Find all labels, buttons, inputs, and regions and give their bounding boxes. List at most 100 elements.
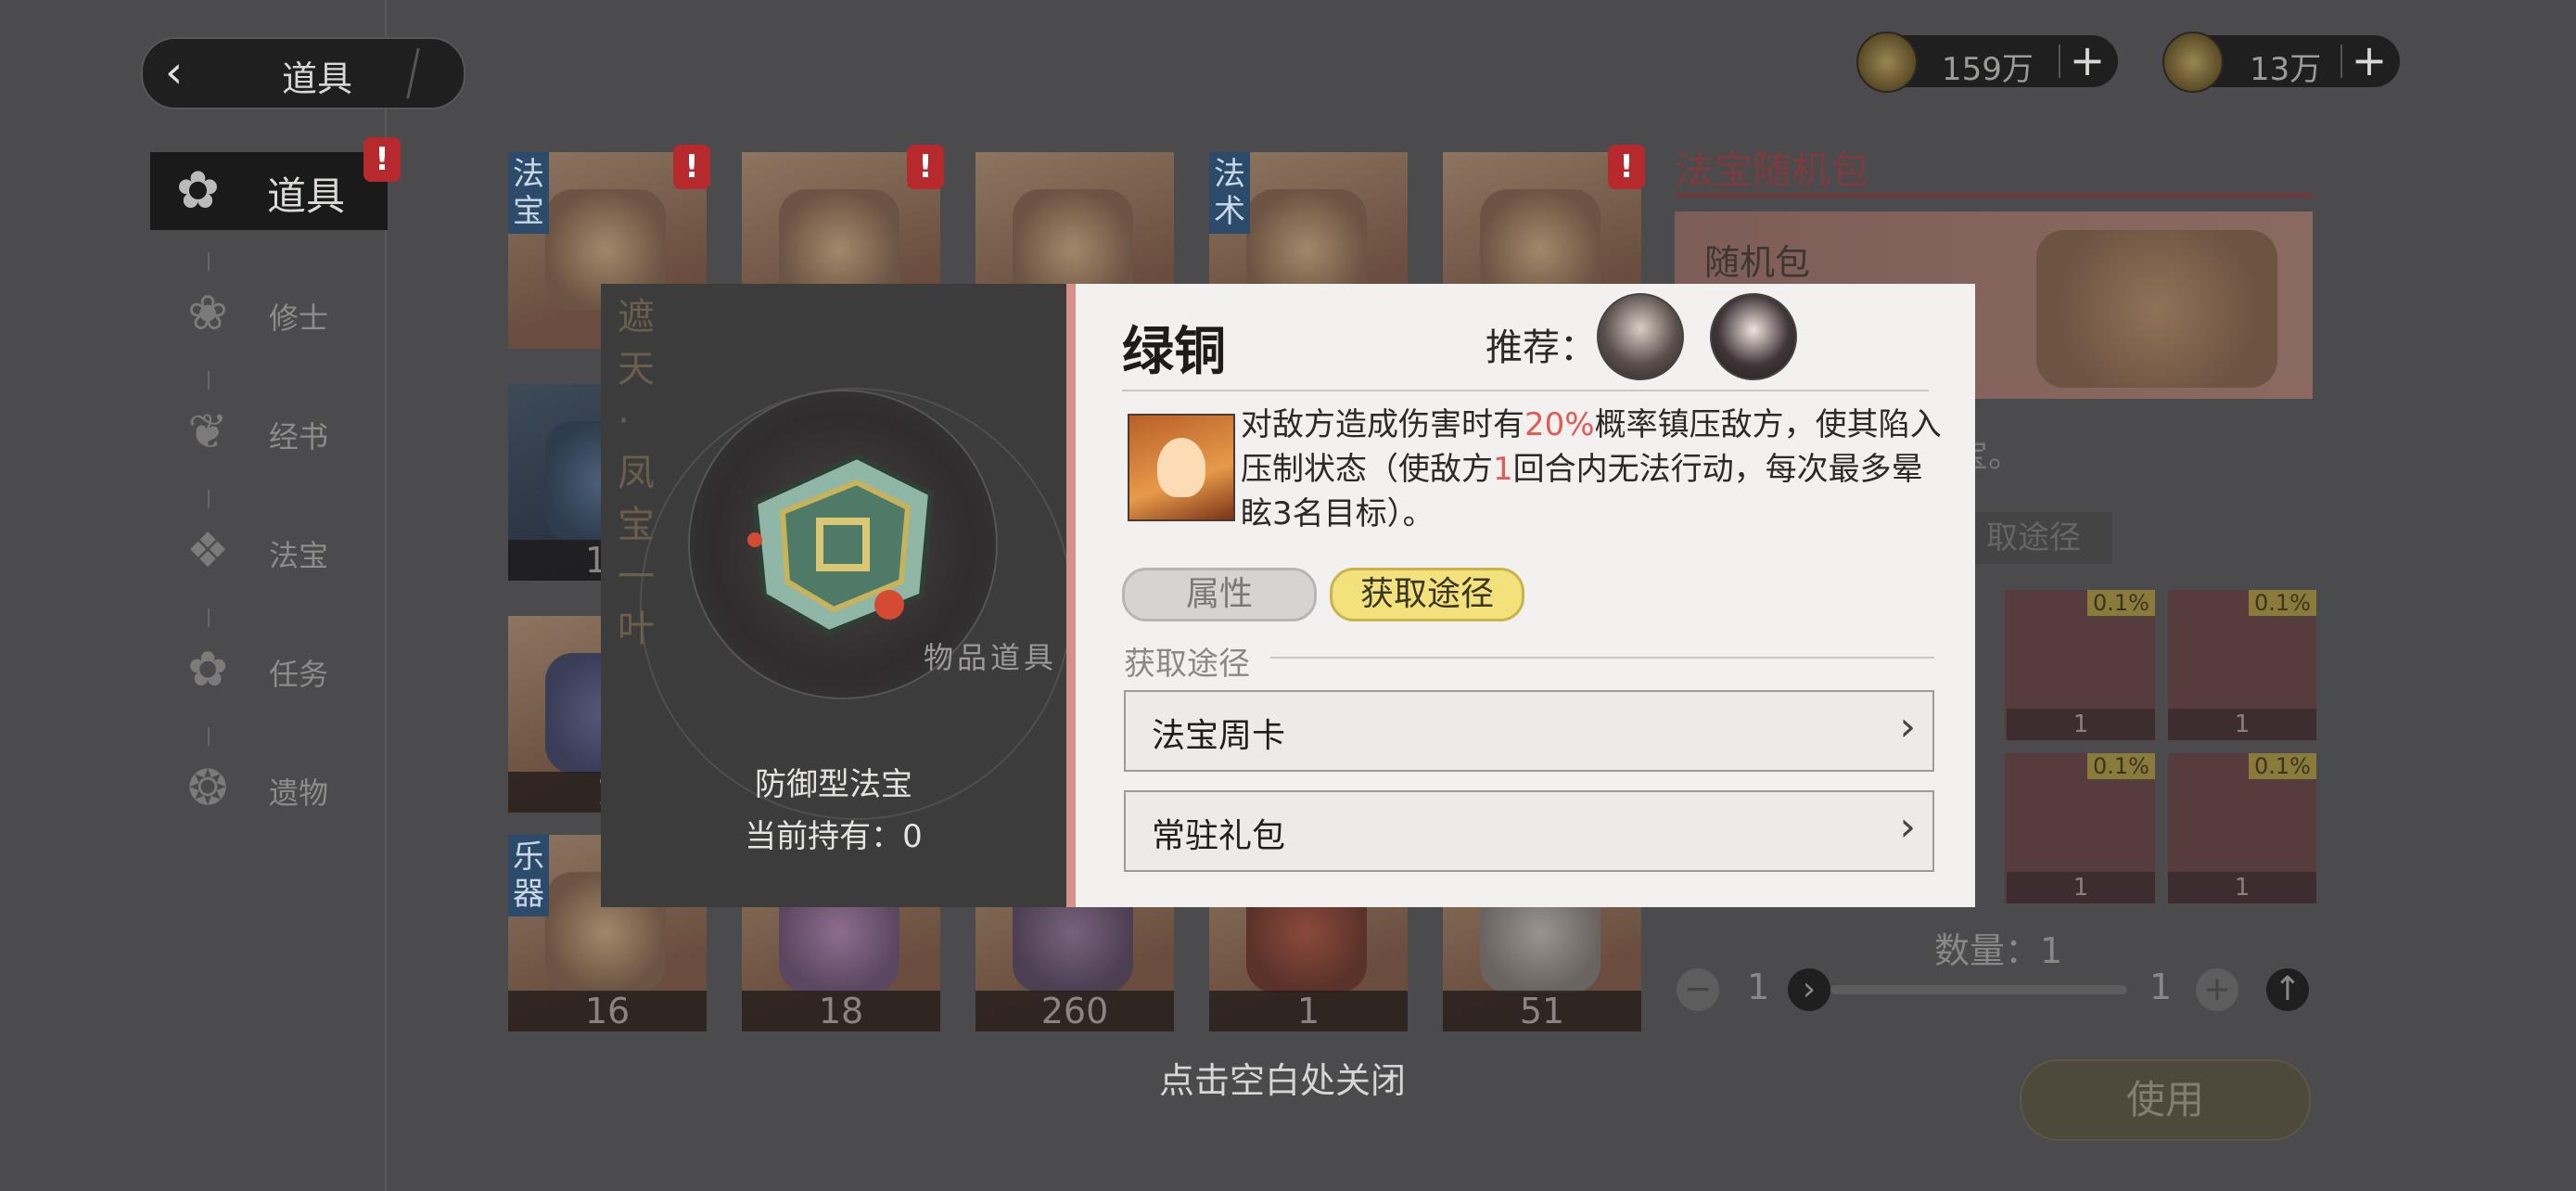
- recommended-character-avatar[interactable]: [1597, 293, 1684, 380]
- nav-tick: [208, 490, 210, 508]
- banner-label: 随机包: [1704, 242, 1811, 283]
- leaf-icon: ✿: [176, 160, 220, 221]
- gourd-token-icon: [2162, 32, 2224, 93]
- max-button[interactable]: ↑: [2266, 968, 2309, 1011]
- skill-description: 对敌方造成伤害时有20%概率镇压敌方，使其陷入压制状态（使敌方1回合内无法行动，…: [1241, 403, 1945, 536]
- sidebar-item-label: 法宝: [269, 538, 329, 573]
- drop-rate: 0.1%: [2087, 590, 2155, 616]
- chevron-right-icon: ›: [1899, 703, 1916, 750]
- title-divider: [406, 48, 420, 98]
- drop-rate: 0.1%: [2087, 753, 2155, 779]
- skill-text: 对敌方造成伤害时有: [1241, 406, 1524, 443]
- currency-separator: [2340, 45, 2342, 78]
- sidebar-item-artifact[interactable]: ❖ 法宝: [172, 490, 395, 590]
- treasure-chest-icon: [2036, 230, 2277, 388]
- skill-highlight: 20%: [1524, 406, 1595, 443]
- modal-accent-bar: [1066, 284, 1076, 907]
- item-count: 1: [1209, 991, 1408, 1031]
- held-count: 当前持有：0: [745, 818, 923, 855]
- sidebar-item-relic[interactable]: ❂ 遗物: [172, 727, 395, 827]
- chevron-right-icon: ›: [1899, 803, 1916, 851]
- nav-tick: [208, 252, 210, 271]
- source-heading: 获取途径: [1124, 646, 1250, 683]
- quantity-max: 1: [2149, 967, 2173, 1007]
- category-tag: 法宝: [508, 152, 549, 234]
- source-row-weekly-card[interactable]: 法宝周卡 ›: [1124, 690, 1934, 772]
- add-gourd-button[interactable]: +: [2348, 39, 2391, 82]
- page-title: 道具: [282, 58, 353, 99]
- tab-acquire-source[interactable]: 获取途径: [1330, 568, 1524, 621]
- reward-count: 1: [2168, 872, 2316, 903]
- quantity-slider[interactable]: − 1 › 1 + ↑: [1677, 965, 2316, 1015]
- sidebar-item-label: 经书: [269, 419, 329, 455]
- slider-handle[interactable]: ›: [1788, 968, 1830, 1011]
- reward-card[interactable]: 0.1% 1: [2168, 590, 2316, 740]
- relic-icon: ❂: [187, 761, 228, 816]
- reward-count: 1: [2007, 709, 2155, 740]
- copper-coin-icon: [1856, 32, 1918, 93]
- skill-icon: [1128, 414, 1235, 521]
- item-count: 18: [742, 991, 940, 1031]
- minus-button[interactable]: −: [1677, 968, 1719, 1011]
- currency-copper: 159万 +: [1856, 32, 2118, 93]
- recommended-character-avatar[interactable]: [1710, 293, 1797, 380]
- reward-card[interactable]: 0.1% 1: [2168, 753, 2316, 903]
- item-preview-panel: 遮天 · 凤宝一叶 物品道具 防御型法宝 当前持有：0: [601, 284, 1072, 907]
- series-title: 遮天 · 凤宝一叶: [618, 296, 655, 650]
- back-button[interactable]: ‹ 道具: [141, 37, 465, 109]
- nav-tick: [208, 727, 210, 746]
- sidebar-item-task[interactable]: ✿ 任务: [172, 608, 395, 709]
- currency-amount: 159万: [1942, 51, 2034, 88]
- slider-track[interactable]: [1830, 985, 2127, 994]
- category-tag: 法术: [1209, 152, 1250, 234]
- item-count: 16: [508, 991, 707, 1031]
- reward-count: 1: [2007, 872, 2155, 903]
- nav-tick: [208, 371, 210, 390]
- artifact-icon: ❖: [185, 523, 230, 579]
- item-name: 绿铜: [1122, 322, 1226, 382]
- nav-tick: [208, 608, 210, 627]
- sidebar-item-label: 任务: [269, 657, 329, 692]
- quantity-min: 1: [1747, 967, 1770, 1007]
- sidebar-item-label: 道具: [267, 173, 346, 219]
- header-divider: [1122, 390, 1929, 391]
- item-count: 260: [976, 991, 1174, 1031]
- flame-icon: [1157, 438, 1205, 497]
- category-tag: 乐器: [508, 835, 549, 916]
- drop-rate: 0.1%: [2249, 590, 2316, 616]
- sidebar-item-cultivator[interactable]: ❀ 修士: [172, 252, 395, 352]
- recommend-label: 推荐：: [1486, 327, 1597, 369]
- close-hint[interactable]: 点击空白处关闭: [1159, 1052, 1406, 1103]
- sidebar-item-label: 修士: [269, 301, 329, 336]
- source-row-permanent-pack[interactable]: 常驻礼包 ›: [1124, 790, 1934, 872]
- add-copper-button[interactable]: +: [2066, 39, 2109, 82]
- reward-count: 1: [2168, 709, 2316, 740]
- cultivator-icon: ❀: [187, 286, 228, 341]
- title-underline: [1675, 193, 2313, 198]
- item-detail-modal: 绿铜 推荐： 对敌方造成伤害时有20%概率镇压敌方，使其陷入压制状态（使敌方1回…: [1076, 284, 1975, 907]
- item-detail-title: 法宝随机包: [1675, 147, 1870, 193]
- alert-badge: !: [363, 137, 401, 182]
- source-label: 常驻礼包: [1152, 817, 1286, 855]
- source-divider: [1270, 657, 1934, 659]
- currency-amount: 13万: [2250, 51, 2322, 88]
- task-icon: ✿: [187, 642, 228, 698]
- sidebar-item-label: 遗物: [269, 775, 329, 811]
- tab-acquire[interactable]: 取途径: [1955, 512, 2112, 564]
- alert-badge: !: [1608, 145, 1645, 189]
- reward-card[interactable]: 0.1% 1: [2007, 590, 2155, 740]
- currency-gourd: 13万 +: [2162, 32, 2400, 93]
- currency-separator: [2059, 45, 2060, 78]
- alert-badge: !: [673, 145, 710, 189]
- use-button[interactable]: 使用: [2020, 1059, 2311, 1141]
- scroll-icon: ❦: [187, 404, 228, 460]
- sidebar-item-scripture[interactable]: ❦ 经书: [172, 371, 395, 471]
- tab-attributes[interactable]: 属性: [1122, 568, 1317, 621]
- chevron-left-icon: ‹: [165, 46, 184, 98]
- plus-button[interactable]: +: [2196, 968, 2238, 1011]
- reward-card[interactable]: 0.1% 1: [2007, 753, 2155, 903]
- sidebar-item-props[interactable]: ✿ 道具: [150, 152, 388, 230]
- item-stamp: 物品道具: [924, 640, 1058, 675]
- item-type: 防御型法宝: [755, 766, 912, 803]
- drop-rate: 0.1%: [2249, 753, 2316, 779]
